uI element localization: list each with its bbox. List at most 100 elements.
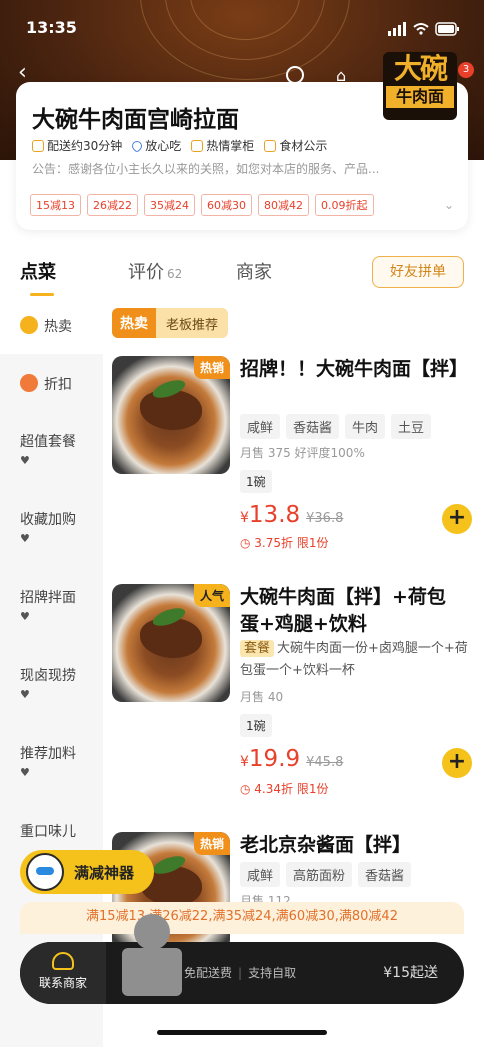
dish-tag: 牛肉 xyxy=(345,414,386,439)
dish-item[interactable]: 热销 招牌！！大碗牛肉面【拌】 咸鲜 香菇酱 牛肉 土豆 月售 375 好评度1… xyxy=(112,356,472,556)
headset-icon xyxy=(52,952,74,970)
dish-tags: 咸鲜 高筋面粉 香菇酱 xyxy=(240,862,412,887)
discount-list[interactable]: 15减13 26减22 35减24 60减30 80减42 0.09折起 xyxy=(30,194,374,216)
discount-icon xyxy=(20,374,38,392)
dish-tag: 香菇酱 xyxy=(286,414,340,439)
dish-tag: 咸鲜 xyxy=(240,862,281,887)
currency-symbol: ¥ xyxy=(240,510,249,526)
section-hot-label: 热卖 xyxy=(112,308,156,338)
heart-icon: ♥ xyxy=(20,688,30,701)
dish-image: 热销 xyxy=(112,356,230,474)
chevron-down-icon[interactable]: ⌄ xyxy=(444,198,454,212)
sidebar-item-combo[interactable]: 超值套餐 ♥ xyxy=(20,432,76,466)
dish-sales: 月售 40 xyxy=(240,690,284,704)
tab-merchant[interactable]: 商家 xyxy=(236,258,272,284)
dish-image-detail xyxy=(140,390,202,430)
dish-promo: ◷ 3.75折 限1份 xyxy=(240,534,328,551)
store-name: 大碗牛肉面宫崎拉面 xyxy=(32,107,239,133)
store-tag: 配送约30分钟 xyxy=(32,137,122,154)
dish-item[interactable]: 人气 大碗牛肉面【拌】+荷包蛋+鸡腿+饮料 套餐 大碗牛肉面一份+卤鸡腿一个+荷包… xyxy=(112,584,472,804)
sidebar-item-label: 现卤现捞 xyxy=(20,668,76,684)
sidebar-item-label: 重口味儿 xyxy=(20,824,76,840)
sidebar-item-signature[interactable]: 招牌拌面 ♥ xyxy=(20,588,76,622)
price-value: 13.8 xyxy=(248,502,301,528)
contact-merchant-label: 联系商家 xyxy=(38,976,87,990)
discount-chip: 80减42 xyxy=(258,194,309,216)
min-order-label: ¥15起送 xyxy=(383,965,438,981)
sidebar-item-label: 超值套餐 xyxy=(20,434,76,450)
tab-active-indicator xyxy=(30,293,54,296)
price-value: 19.9 xyxy=(248,746,301,772)
logo-text: 牛肉面 xyxy=(386,86,454,108)
currency-symbol: ¥ xyxy=(240,754,249,770)
delivery-fee-text: 免配送费 xyxy=(184,966,233,980)
sidebar-item-label: 热卖 xyxy=(44,319,72,335)
tab-reviews[interactable]: 评价 62 xyxy=(128,258,182,284)
store-tag: 食材公示 xyxy=(264,137,327,154)
dish-unit: 1碗 xyxy=(240,714,272,737)
dish-tag: 香菇酱 xyxy=(358,862,412,887)
discount-chip: 15减13 xyxy=(30,194,81,216)
tab-order[interactable]: 点菜 xyxy=(20,258,56,284)
back-icon[interactable]: ‹ xyxy=(18,60,27,85)
add-to-cart-button[interactable]: + xyxy=(442,748,472,778)
section-header: 热卖 老板推荐 xyxy=(112,308,229,338)
store-notice: 公告：感谢各位小主长久以来的关照，如您对本店的服务、产品... xyxy=(32,162,380,176)
tab-label: 点菜 xyxy=(20,262,56,283)
pickup-text: 支持自取 xyxy=(248,966,297,980)
dish-sales: 月售 375 好评度100% xyxy=(240,446,365,460)
fire-icon xyxy=(20,316,38,334)
review-count: 62 xyxy=(167,267,183,281)
discount-helper-label: 满减神器 xyxy=(74,863,135,882)
cart-icon-part xyxy=(134,914,170,950)
combo-tag: 套餐 xyxy=(240,640,275,657)
group-order-button[interactable]: 好友拼单 xyxy=(372,256,464,288)
heart-icon: ♥ xyxy=(20,454,30,467)
discount-helper-button[interactable]: 满减神器 xyxy=(20,850,154,894)
robot-icon xyxy=(26,853,64,891)
heart-icon: ♥ xyxy=(20,532,30,545)
promo-text: 3.75折 限1份 xyxy=(254,536,329,550)
divider: | xyxy=(238,966,243,980)
store-tags: 配送约30分钟 放心吃 热情掌柜 食材公示 xyxy=(32,137,327,154)
sidebar-item-hot[interactable]: 热卖 xyxy=(20,316,72,337)
signal-wifi-battery-icon xyxy=(388,22,459,36)
sidebar-item-discount[interactable]: 折扣 xyxy=(20,374,72,395)
discount-chip: 60减30 xyxy=(201,194,252,216)
discount-chip: 26减22 xyxy=(87,194,138,216)
heart-icon: ♥ xyxy=(20,610,30,623)
dish-price: ¥19.9 ¥45.8 xyxy=(240,746,343,772)
dish-price: ¥13.8 ¥36.8 xyxy=(240,502,343,528)
contact-merchant-button[interactable]: 联系商家 xyxy=(20,942,106,1004)
sidebar-item-label: 折扣 xyxy=(44,377,72,393)
dish-tag: 咸鲜 xyxy=(240,414,281,439)
dish-tags: 咸鲜 香菇酱 牛肉 土豆 xyxy=(240,414,432,439)
cart-bar[interactable]: 联系商家 免配送费 | 支持自取 ¥15起送 xyxy=(20,914,464,1004)
original-price: ¥36.8 xyxy=(306,511,344,526)
dish-title: 大碗牛肉面【拌】+荷包蛋+鸡腿+饮料 xyxy=(240,586,446,635)
original-price: ¥45.8 xyxy=(306,755,344,770)
coupon-icon: ◷ xyxy=(240,536,255,550)
coupon-icon: ◷ xyxy=(240,782,255,796)
sidebar-item-braised[interactable]: 现卤现捞 ♥ xyxy=(20,666,76,700)
tab-label: 商家 xyxy=(236,262,272,283)
cart-icon[interactable] xyxy=(116,914,186,996)
sidebar-item-addons[interactable]: 推荐加料 ♥ xyxy=(20,744,76,778)
dish-image: 人气 xyxy=(112,584,230,702)
dish-unit: 1碗 xyxy=(240,470,272,493)
dish-image-detail xyxy=(140,618,202,658)
sidebar-item-heavy[interactable]: 重口味儿 xyxy=(20,822,76,842)
store-tag-label: 食材公示 xyxy=(279,139,328,153)
combo-description: 套餐 大碗牛肉面一份+卤鸡腿一个+荷包蛋一个+饮料一杯 xyxy=(240,638,472,682)
category-sidebar: 热卖 折扣 超值套餐 ♥ 收藏加购 ♥ 招牌拌面 ♥ 现卤现捞 ♥ 推荐加料 ♥ 重口味儿 xyxy=(0,298,103,1047)
store-tag: 放心吃 xyxy=(130,137,182,154)
add-to-cart-button[interactable]: + xyxy=(442,504,472,534)
tab-label: 评价 xyxy=(128,262,164,283)
store-tag-label: 放心吃 xyxy=(145,139,182,153)
dish-badge: 人气 xyxy=(193,584,230,607)
dish-title: 招牌！！大碗牛肉面【拌】 xyxy=(240,358,469,380)
sidebar-item-favorites[interactable]: 收藏加购 ♥ xyxy=(20,510,76,544)
discount-chip: 35减24 xyxy=(144,194,195,216)
cart-icon-part xyxy=(122,948,182,996)
sidebar-item-label: 推荐加料 xyxy=(20,746,76,762)
